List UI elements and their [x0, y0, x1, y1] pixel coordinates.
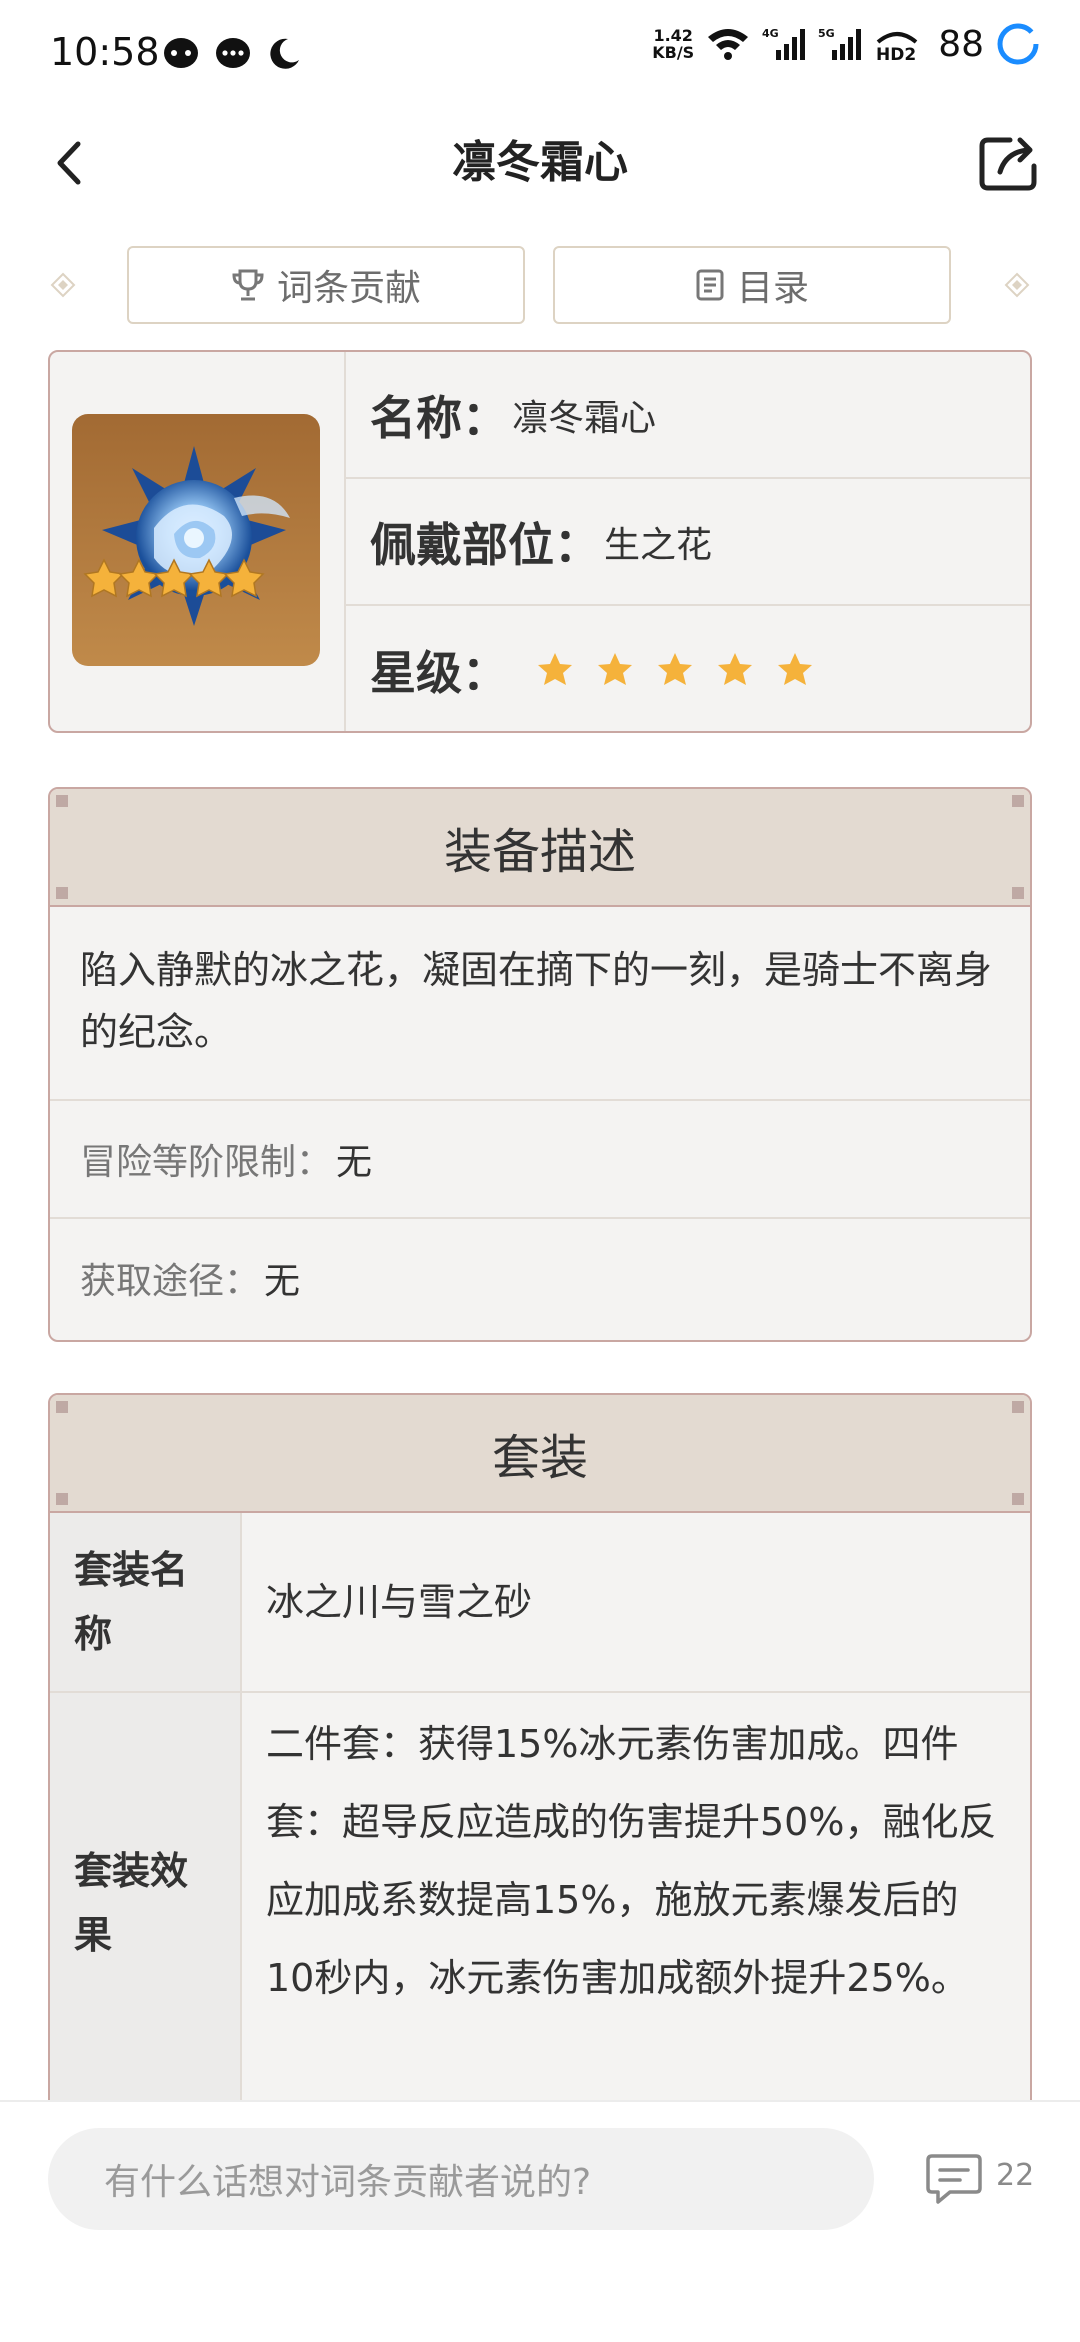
svg-text:4G: 4G [762, 27, 779, 40]
diamond-ornament-icon [50, 272, 76, 298]
tab-catalog[interactable]: 目录 [553, 246, 951, 324]
set-effect-value: 二件套：获得15%冰元素伤害加成。四件套：超导反应造成的伤害提升50%，融化反应… [242, 1693, 1030, 2113]
source-row: 获取途径： 无 [50, 1219, 1030, 1337]
status-time: 10:58 [50, 30, 160, 74]
comment-icon[interactable] [924, 2150, 984, 2206]
rank-limit-row: 冒险等阶限制： 无 [50, 1101, 1030, 1219]
set-name-key: 套装名称 [50, 1513, 242, 1691]
comment-input[interactable]: 有什么话想对词条贡献者说的? [48, 2128, 874, 2230]
comment-bar: 有什么话想对词条贡献者说的? 22 [0, 2100, 1080, 2342]
set-title: 套装 [491, 1430, 588, 1486]
share-icon[interactable] [976, 132, 1040, 192]
info-row-name: 名称： 凛冬霜心 [346, 352, 1030, 479]
hd-icon: HD2 [876, 32, 918, 62]
description-section: 装备描述 陷入静默的冰之花，凝固在摘下的一刻，是骑士不离身的纪念。 冒险等阶限制… [48, 787, 1032, 1342]
source-value: 无 [264, 1261, 301, 1302]
wifi-icon [708, 29, 749, 60]
svg-text:5G: 5G [818, 27, 835, 40]
set-header: 套装 [50, 1395, 1030, 1513]
set-effect-row: 套装效果 二件套：获得15%冰元素伤害加成。四件套：超导反应造成的伤害提升50%… [50, 1693, 1030, 2115]
system-status-icons: 1.42 KB/S 4G 5G HD2 88 [652, 22, 1040, 66]
top-nav-bar: 凛冬霜心 [0, 110, 1080, 210]
slot-label: 佩戴部位： [370, 517, 600, 572]
rank-limit-value: 无 [336, 1142, 373, 1183]
info-row-slot: 佩戴部位： 生之花 [346, 479, 1030, 606]
slot-value: 生之花 [604, 524, 713, 566]
star-icon [778, 652, 812, 685]
star-icon [658, 652, 692, 685]
tab-contribute[interactable]: 词条贡献 [127, 246, 525, 324]
signal-4g-icon: 4G [762, 27, 806, 60]
rank-limit-label: 冒险等阶限制： [80, 1142, 333, 1183]
description-text: 陷入静默的冰之花，凝固在摘下的一刻，是骑士不离身的纪念。 [50, 907, 1030, 1101]
tab-row: 词条贡献 目录 [0, 246, 1080, 328]
star-icon [718, 652, 752, 685]
notification-icons [162, 36, 302, 72]
set-section: 套装 套装名称 冰之川与雪之砂 套装效果 二件套：获得15%冰元素伤害加成。四件… [48, 1393, 1032, 2153]
tab-catalog-label: 目录 [736, 268, 809, 309]
artifact-info-card: 名称： 凛冬霜心 佩戴部位： 生之花 星级： [48, 350, 1032, 733]
description-title: 装备描述 [443, 824, 636, 880]
comment-count: 22 [996, 2158, 1035, 2193]
artifact-image-column [50, 352, 346, 731]
signal-5g-icon: 5G [818, 27, 862, 60]
description-header: 装备描述 [50, 789, 1030, 907]
name-label: 名称： [370, 390, 508, 445]
set-effect-key: 套装效果 [50, 1693, 242, 2113]
diamond-ornament-icon [1004, 272, 1030, 298]
status-bar: 10:58 1.42 KB/S 4G 5G HD2 88 [0, 0, 1080, 110]
page-title: 凛冬霜心 [452, 137, 628, 188]
info-row-rarity: 星级： [346, 606, 1030, 731]
source-label: 获取途径： [80, 1261, 261, 1302]
set-name-row: 套装名称 冰之川与雪之砂 [50, 1513, 1030, 1693]
name-value: 凛冬霜心 [512, 397, 657, 439]
star-icon [598, 652, 632, 685]
set-name-value[interactable]: 冰之川与雪之砂 [242, 1513, 1030, 1691]
set-table: 套装名称 冰之川与雪之砂 套装效果 二件套：获得15%冰元素伤害加成。四件套：超… [50, 1513, 1030, 2115]
battery-ring-icon [997, 23, 1039, 65]
artifact-image[interactable] [72, 414, 320, 666]
rarity-stars [536, 651, 814, 689]
star-icon [538, 652, 572, 685]
rarity-label: 星级： [370, 645, 508, 700]
artifact-info-rows: 名称： 凛冬霜心 佩戴部位： 生之花 星级： [346, 352, 1030, 731]
catalog-icon [696, 269, 724, 301]
svg-text:HD2: HD2 [876, 45, 916, 62]
moon-icon [270, 38, 299, 69]
comment-placeholder: 有什么话想对词条贡献者说的? [104, 2162, 592, 2203]
message-icon [216, 38, 250, 68]
trophy-icon [232, 269, 264, 301]
tab-contribute-label: 词条贡献 [276, 268, 421, 309]
chat-bubble-icon [164, 38, 198, 68]
network-speed: 1.42 KB/S [652, 26, 695, 62]
battery-level: 88 [938, 23, 984, 65]
